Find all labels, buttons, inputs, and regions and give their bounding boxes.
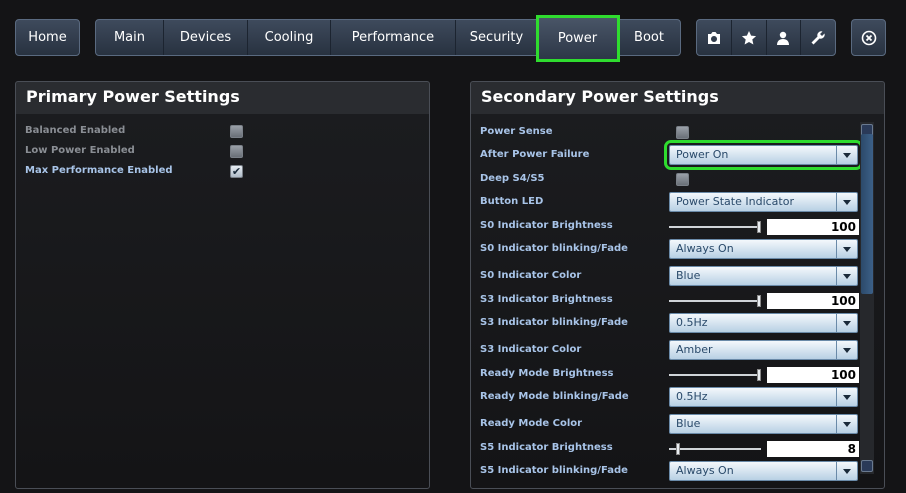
low-power-enabled-checkbox[interactable] <box>230 145 243 158</box>
s3-indicator-brightness-slider[interactable] <box>669 295 763 307</box>
chevron-down-icon[interactable] <box>836 146 857 164</box>
button-led-label: Button LED <box>480 196 544 207</box>
camera-icon <box>707 31 720 44</box>
tools-button[interactable] <box>801 20 835 55</box>
scrollbar[interactable] <box>860 122 874 474</box>
s3-indicator-color-label: S3 Indicator Color <box>480 344 582 355</box>
select-value: Blue <box>676 417 701 430</box>
tool-icon-bar <box>696 19 836 56</box>
s3-indicator-blinking-fade-label: S3 Indicator blinking/Fade <box>480 317 628 328</box>
star-icon <box>741 30 756 44</box>
select-value: Always On <box>676 242 734 255</box>
chevron-down-icon[interactable] <box>836 267 857 285</box>
s5-indicator-blinking-fade-select[interactable]: Always On <box>669 461 858 481</box>
s3-indicator-color-select[interactable]: Amber <box>669 340 858 360</box>
slider-track <box>669 374 761 376</box>
chevron-down-icon[interactable] <box>836 415 857 433</box>
close-icon <box>861 30 876 45</box>
tab-main[interactable]: Main <box>96 20 164 55</box>
wrench-icon <box>811 30 825 44</box>
exit-button[interactable] <box>851 19 886 56</box>
s3-indicator-brightness-label: S3 Indicator Brightness <box>480 294 613 305</box>
chevron-down-icon[interactable] <box>836 462 857 480</box>
tab-security[interactable]: Security <box>456 20 538 55</box>
s0-indicator-color-select[interactable]: Blue <box>669 266 858 286</box>
select-value: 0.5Hz <box>676 390 708 403</box>
after-power-failure-select[interactable]: Power On <box>664 140 863 170</box>
s0-indicator-blinking-fade-select[interactable]: Always On <box>669 239 858 259</box>
max-performance-enabled-label: Max Performance Enabled <box>25 165 173 176</box>
select-value: Always On <box>676 464 734 477</box>
ready-mode-brightness-value-field[interactable]: 100 <box>767 367 859 383</box>
select-value: Amber <box>676 343 713 356</box>
s0-indicator-brightness-label: S0 Indicator Brightness <box>480 220 613 231</box>
favorites-button[interactable] <box>732 20 767 55</box>
s3-indicator-brightness-value-field[interactable]: 100 <box>767 293 859 309</box>
ready-mode-brightness-slider[interactable] <box>669 369 763 381</box>
after-power-failure-label: After Power Failure <box>480 149 590 160</box>
ready-mode-color-select[interactable]: Blue <box>669 414 858 434</box>
ready-mode-blinking-fade-label: Ready Mode blinking/Fade <box>480 391 629 402</box>
deep-s4-s5-checkbox[interactable] <box>676 173 689 186</box>
screenshot-button[interactable] <box>697 20 732 55</box>
select-value: Blue <box>676 269 701 282</box>
panel-title: Secondary Power Settings <box>481 87 719 106</box>
s0-indicator-brightness-value-field[interactable]: 100 <box>767 219 859 235</box>
chevron-down-icon[interactable] <box>836 341 857 359</box>
deep-s4-s5-label: Deep S4/S5 <box>480 173 545 184</box>
s0-indicator-brightness-slider[interactable] <box>669 221 763 233</box>
balanced-enabled-label: Balanced Enabled <box>25 125 126 136</box>
power-sense-checkbox[interactable] <box>676 126 689 139</box>
power-sense-label: Power Sense <box>480 126 553 137</box>
tab-boot[interactable]: Boot <box>618 20 680 55</box>
scrollbar-thumb[interactable] <box>861 134 873 294</box>
select-value: 0.5Hz <box>676 316 708 329</box>
home-button[interactable]: Home <box>15 19 80 56</box>
user-button[interactable] <box>767 20 802 55</box>
tab-cooling[interactable]: Cooling <box>248 20 331 55</box>
scroll-down-button[interactable] <box>861 460 873 472</box>
user-icon <box>777 31 790 45</box>
checkmark-icon: ✔ <box>231 165 242 178</box>
s5-indicator-brightness-label: S5 Indicator Brightness <box>480 442 613 453</box>
s0-indicator-color-label: S0 Indicator Color <box>480 270 582 281</box>
slider-track <box>669 448 761 450</box>
slider-knob[interactable] <box>757 369 761 381</box>
low-power-enabled-label: Low Power Enabled <box>25 145 135 156</box>
chevron-down-icon[interactable] <box>836 193 857 211</box>
tab-devices[interactable]: Devices <box>164 20 248 55</box>
chevron-down-icon[interactable] <box>836 240 857 258</box>
primary-power-panel: Primary Power Settings Balanced Enabled … <box>15 81 430 489</box>
select-value: Power State Indicator <box>676 195 794 208</box>
s3-indicator-blinking-fade-select[interactable]: 0.5Hz <box>669 313 858 333</box>
chevron-down-icon[interactable] <box>836 314 857 332</box>
slider-knob[interactable] <box>757 221 761 233</box>
s5-indicator-brightness-value-field[interactable]: 8 <box>767 441 859 457</box>
secondary-power-panel: Secondary Power Settings Power Sense Afte… <box>470 81 885 489</box>
select-value: Power On <box>676 148 729 161</box>
s0-indicator-blinking-fade-label: S0 Indicator blinking/Fade <box>480 243 628 254</box>
slider-knob[interactable] <box>676 443 681 455</box>
balanced-enabled-checkbox[interactable] <box>230 125 243 138</box>
slider-knob[interactable] <box>757 295 761 307</box>
panel-title: Primary Power Settings <box>26 87 240 106</box>
tab-performance[interactable]: Performance <box>331 20 456 55</box>
max-performance-enabled-checkbox[interactable]: ✔ <box>230 165 243 178</box>
ready-mode-blinking-fade-select[interactable]: 0.5Hz <box>669 387 858 407</box>
s5-indicator-brightness-slider[interactable] <box>669 443 763 455</box>
chevron-down-icon[interactable] <box>836 388 857 406</box>
ready-mode-brightness-label: Ready Mode Brightness <box>480 368 614 379</box>
main-tab-bar: Main Devices Cooling Performance Securit… <box>95 15 681 62</box>
slider-track <box>669 226 761 228</box>
slider-track <box>669 300 761 302</box>
button-led-select[interactable]: Power State Indicator <box>669 192 858 212</box>
tab-power[interactable]: Power <box>536 15 620 62</box>
ready-mode-color-label: Ready Mode Color <box>480 418 583 429</box>
s5-indicator-blinking-fade-label: S5 Indicator blinking/Fade <box>480 465 628 476</box>
